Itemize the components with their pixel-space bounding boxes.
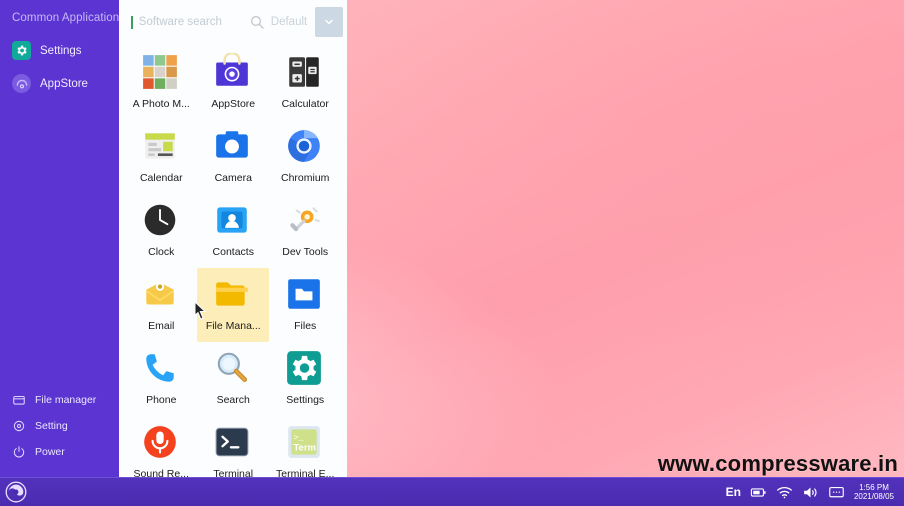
app-item-calendar[interactable]: Calendar bbox=[125, 120, 197, 194]
app-panel: Default A Photo M... bbox=[119, 0, 348, 477]
sidebar-item-label: AppStore bbox=[40, 77, 88, 90]
app-item-settings[interactable]: Settings bbox=[269, 342, 341, 416]
app-label: Sound Re... bbox=[133, 468, 189, 477]
app-label: Camera bbox=[214, 172, 252, 184]
start-logo-icon[interactable] bbox=[4, 480, 28, 504]
wifi-icon[interactable] bbox=[776, 484, 793, 501]
clock-time: 1:56 PM bbox=[859, 482, 889, 492]
app-item-file-manager[interactable]: File Mana... bbox=[197, 268, 270, 342]
clock-date: 2021/08/05 bbox=[853, 492, 894, 501]
app-item-contacts[interactable]: Contacts bbox=[197, 194, 269, 268]
terminal-icon bbox=[213, 423, 253, 463]
sidebar-item-label: Settings bbox=[40, 44, 82, 57]
sidebar-item-file-manager[interactable]: File manager bbox=[0, 387, 119, 413]
app-label: Email bbox=[148, 320, 175, 332]
app-label: Chromium bbox=[281, 172, 330, 184]
launcher-sidebar: Common Application Settings AppStore Fil… bbox=[0, 0, 120, 477]
app-item-email[interactable]: Email bbox=[125, 268, 197, 342]
app-item-clock[interactable]: Clock bbox=[125, 194, 197, 268]
settings-gear-icon bbox=[285, 349, 325, 389]
app-label: Dev Tools bbox=[282, 246, 329, 258]
app-item-phone[interactable]: Phone bbox=[125, 342, 197, 416]
app-label: Terminal bbox=[213, 468, 254, 477]
app-label: Settings bbox=[286, 394, 325, 406]
search-input[interactable] bbox=[138, 16, 243, 28]
app-item-a-photo-manager[interactable]: A Photo M... bbox=[125, 46, 197, 120]
sidebar-item-power[interactable]: Power bbox=[0, 439, 119, 465]
app-item-files[interactable]: Files bbox=[269, 268, 341, 342]
sidebar-title: Common Application bbox=[12, 12, 120, 24]
calculator-icon bbox=[285, 53, 325, 93]
sidebar-item-label: Setting bbox=[35, 420, 68, 432]
app-label: Terminal E... bbox=[276, 468, 335, 477]
message-icon[interactable] bbox=[828, 484, 845, 501]
svg-text:Term: Term bbox=[294, 442, 317, 453]
search-filter-label[interactable]: Default bbox=[271, 16, 307, 28]
folder-icon bbox=[12, 393, 26, 407]
app-item-calculator[interactable]: Calculator bbox=[269, 46, 341, 120]
app-label: A Photo M... bbox=[132, 98, 190, 110]
sidebar-item-label: File manager bbox=[35, 394, 97, 406]
app-item-dev-tools[interactable]: Dev Tools bbox=[269, 194, 341, 268]
app-label: Contacts bbox=[212, 246, 254, 258]
terminal-emulator-icon: >_ Term bbox=[285, 423, 325, 463]
clock-icon bbox=[141, 201, 181, 241]
gear-icon bbox=[12, 419, 26, 433]
search-filter-dropdown-button[interactable] bbox=[315, 7, 344, 37]
search-icon[interactable] bbox=[249, 14, 265, 30]
language-indicator[interactable]: En bbox=[726, 485, 741, 499]
email-icon bbox=[141, 275, 181, 315]
desktop: www.compressware.in Common Application S… bbox=[0, 0, 904, 506]
contacts-icon bbox=[213, 201, 253, 241]
volume-icon[interactable] bbox=[802, 484, 819, 501]
app-label: Calculator bbox=[281, 98, 329, 110]
appstore-icon bbox=[12, 74, 31, 93]
power-icon bbox=[12, 445, 26, 459]
svg-text:>_: >_ bbox=[294, 433, 305, 443]
files-icon bbox=[285, 275, 325, 315]
sidebar-item-setting[interactable]: Setting bbox=[0, 413, 119, 439]
app-item-search[interactable]: Search bbox=[197, 342, 269, 416]
watermark-text: www.compressware.in bbox=[657, 451, 898, 476]
dev-tools-icon bbox=[285, 201, 325, 241]
sound-recorder-icon bbox=[141, 423, 181, 463]
sidebar-item-appstore[interactable]: AppStore bbox=[0, 67, 119, 100]
app-item-terminal-emulator[interactable]: >_ Term Terminal E... bbox=[269, 416, 341, 477]
system-tray: En 1:56 PM 2021/08/05 bbox=[726, 483, 898, 502]
app-label: Files bbox=[294, 320, 317, 332]
text-caret bbox=[131, 15, 133, 29]
sidebar-item-settings[interactable]: Settings bbox=[0, 34, 119, 67]
clock[interactable]: 1:56 PM 2021/08/05 bbox=[854, 483, 894, 502]
app-item-appstore[interactable]: AppStore bbox=[197, 46, 269, 120]
calendar-icon bbox=[141, 127, 181, 167]
app-label: Search bbox=[216, 394, 250, 406]
phone-icon bbox=[141, 349, 181, 389]
search-bar: Default bbox=[119, 0, 348, 44]
gear-icon bbox=[12, 41, 31, 60]
app-grid: A Photo M... AppStore Calculator Calenda… bbox=[119, 44, 347, 477]
photo-manager-icon bbox=[141, 53, 181, 93]
app-label: AppStore bbox=[211, 98, 256, 110]
sidebar-item-label: Power bbox=[35, 446, 65, 458]
chromium-icon bbox=[285, 127, 325, 167]
search-magnifier-icon bbox=[213, 349, 253, 389]
taskbar: En 1:56 PM 2021/08/05 bbox=[0, 477, 904, 506]
file-manager-icon bbox=[213, 275, 253, 315]
app-item-terminal[interactable]: Terminal bbox=[197, 416, 269, 477]
app-item-sound-recorder[interactable]: Sound Re... bbox=[125, 416, 197, 477]
app-item-chromium[interactable]: Chromium bbox=[269, 120, 341, 194]
application-launcher-window: Common Application Settings AppStore Fil… bbox=[0, 0, 348, 477]
app-label: Clock bbox=[148, 246, 175, 258]
app-item-camera[interactable]: Camera bbox=[197, 120, 269, 194]
app-label: Calendar bbox=[139, 172, 183, 184]
battery-icon[interactable] bbox=[750, 484, 767, 501]
sidebar-bottom-group: File manager Setting Power bbox=[0, 387, 119, 477]
appstore-icon bbox=[213, 51, 253, 93]
chevron-down-icon bbox=[325, 19, 333, 25]
app-label: Phone bbox=[146, 394, 177, 406]
app-label: File Mana... bbox=[205, 320, 261, 332]
camera-icon bbox=[213, 127, 253, 167]
